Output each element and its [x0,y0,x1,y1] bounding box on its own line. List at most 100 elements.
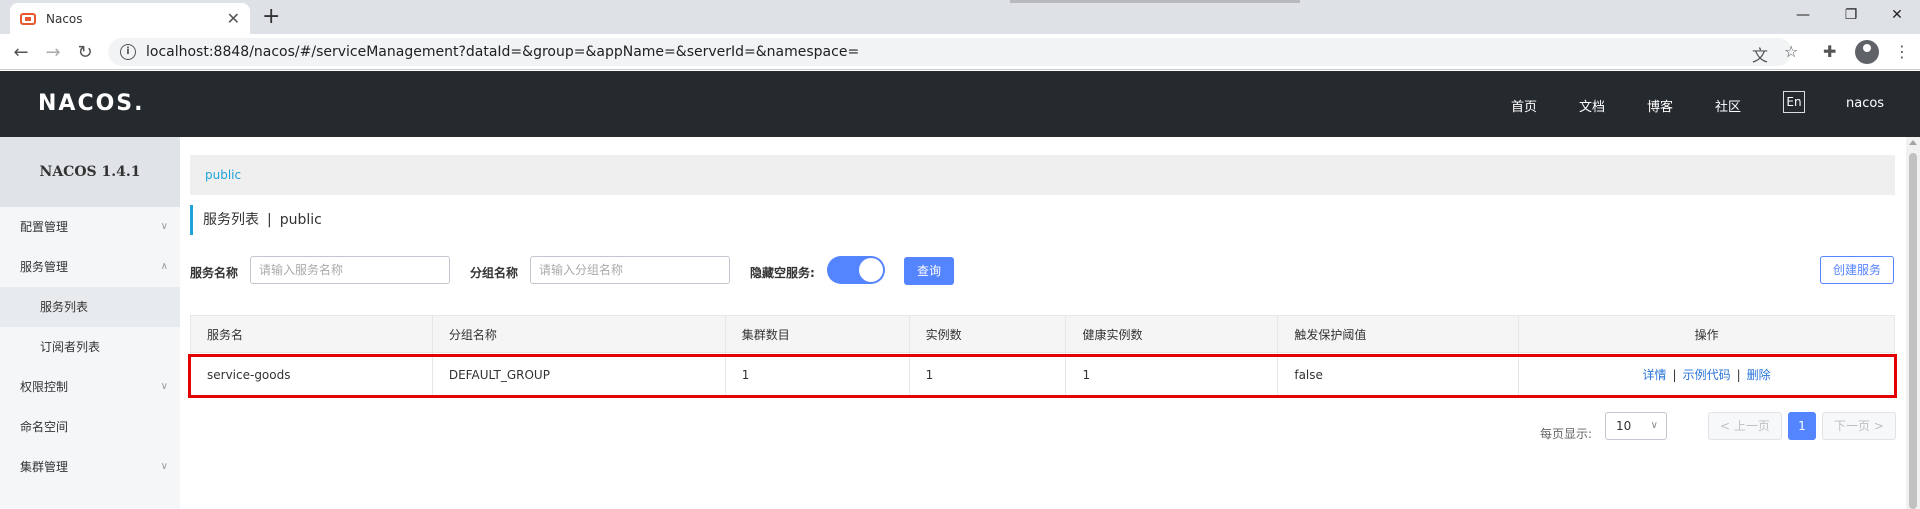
translate-icon[interactable]: 文 [1752,42,1768,66]
service-table: 服务名 分组名称 集群数目 实例数 健康实例数 触发保护阈值 操作 servic… [190,315,1895,397]
cell-clusters: 1 [724,352,910,397]
prev-page-button[interactable]: < 上一页 [1708,412,1782,440]
table-row: service-goods DEFAULT_GROUP 1 1 1 false … [190,352,1895,397]
table-header-row: 服务名 分组名称 集群数目 实例数 健康实例数 触发保护阈值 操作 [190,315,1895,353]
page-title-text: 服务列表 [203,212,259,228]
delete-link[interactable]: 删除 [1747,368,1771,382]
back-arrow-icon[interactable]: ← [10,41,32,63]
col-header-healthy: 健康实例数 [1065,315,1279,353]
service-name-input[interactable] [250,256,450,284]
query-button[interactable]: 查询 [904,257,954,285]
url-text[interactable]: localhost:8848/nacos/#/serviceManagement… [146,44,859,60]
sidebar-item-subscribers[interactable]: 订阅者列表 [0,327,180,367]
profile-avatar-icon[interactable] [1855,40,1879,64]
scrollbar-thumb[interactable] [1909,153,1917,509]
bookmark-star-icon[interactable]: ☆ [1784,42,1798,61]
group-name-input[interactable] [530,256,730,284]
namespace-public-link[interactable]: public [205,168,241,182]
window-close-icon[interactable]: ✕ [1874,0,1920,30]
detail-link[interactable]: 详情 [1643,368,1667,382]
col-header-threshold: 触发保护阈值 [1277,315,1520,353]
tab-title: Nacos [46,11,83,26]
sidebar-item-label: 权限控制 [20,380,69,394]
prev-page-label: 上一页 [1733,419,1770,433]
next-page-label: 下一页 [1834,419,1871,433]
new-tab-icon[interactable]: + [262,4,280,30]
page-scrollbar[interactable] [1906,137,1920,509]
scroll-up-arrow-icon[interactable] [1909,140,1917,145]
chevron-down-icon: ∨ [160,381,168,392]
language-switch[interactable]: En [1783,91,1805,113]
sample-code-link[interactable]: 示例代码 [1683,368,1731,382]
col-header-service: 服务名 [190,315,433,353]
sidebar-item-service-list[interactable]: 服务列表 [0,287,180,327]
sidebar-item-label: 服务列表 [40,300,89,314]
page-current[interactable]: 1 [1788,412,1816,440]
sidebar-title: NACOS 1.4.1 [0,137,180,207]
cell-healthy: 1 [1065,352,1279,397]
chevron-up-icon: ∧ [160,261,168,272]
cell-service: service-goods [190,352,433,397]
page-title-separator: | [267,212,272,228]
url-omnibox[interactable]: i localhost:8848/nacos/#/serviceManageme… [108,38,1792,66]
chevron-left-icon: < [1720,419,1734,433]
sidebar-item-label: 订阅者列表 [40,340,101,354]
cell-ops: 详情 | 示例代码 | 删除 [1518,352,1895,397]
op-separator: | [1736,368,1741,382]
browser-address-bar: ← → ↻ i localhost:8848/nacos/#/serviceMa… [0,34,1920,70]
chevron-down-icon: ∨ [160,221,168,232]
chevron-down-icon: ∨ [1650,420,1658,431]
col-header-ops: 操作 [1518,315,1895,353]
page-title-namespace: public [279,212,322,228]
col-header-group: 分组名称 [431,315,726,353]
sidebar-item-cluster[interactable]: 集群管理 ∨ [0,447,180,487]
sidebar-item-label: 命名空间 [20,420,69,434]
browser-menu-icon[interactable]: ⋮ [1894,42,1910,61]
nacos-favicon-icon [20,12,36,25]
nav-blog[interactable]: 博客 [1647,96,1673,115]
next-page-button[interactable]: 下一页 > [1822,412,1896,440]
sidebar-item-auth[interactable]: 权限控制 ∨ [0,367,180,407]
sidebar-item-namespace[interactable]: 命名空间 [0,407,180,447]
forward-arrow-icon[interactable]: → [42,41,64,63]
per-page-select[interactable]: 10 ∨ [1605,412,1667,440]
hide-empty-toggle[interactable] [827,256,885,284]
window-minimize-icon[interactable]: — [1780,0,1826,30]
sidebar: NACOS 1.4.1 配置管理 ∨ 服务管理 ∧ 服务列表 订阅者列表 权限控… [0,137,180,509]
extensions-puzzle-icon[interactable]: ✚ [1823,42,1836,61]
nav-docs[interactable]: 文档 [1579,96,1605,115]
col-header-instances: 实例数 [908,315,1067,353]
op-separator: | [1672,368,1677,382]
page-title: 服务列表 | public [190,205,322,235]
site-info-icon[interactable]: i [120,44,136,60]
browser-tabbar: Nacos ✕ + — ❐ ✕ [0,0,1920,34]
main-content: public 服务列表 | public 服务名称 分组名称 隐藏空服务: 查询 创… [180,137,1900,509]
browser-tab[interactable]: Nacos ✕ [10,3,250,34]
nav-home[interactable]: 首页 [1511,96,1537,115]
chevron-down-icon: ∨ [160,461,168,472]
tab-close-icon[interactable]: ✕ [227,9,240,28]
reload-icon[interactable]: ↻ [74,41,96,63]
cell-instances: 1 [908,352,1067,397]
group-name-label: 分组名称 [470,266,519,280]
sidebar-item-label: 集群管理 [20,460,69,474]
create-service-button[interactable]: 创建服务 [1820,256,1894,284]
col-header-clusters: 集群数目 [724,315,910,353]
user-name[interactable]: nacos [1846,96,1884,111]
chevron-right-icon: > [1870,419,1884,433]
toggle-knob [859,258,883,282]
namespace-breadcrumb: public [190,155,1895,195]
window-restore-icon[interactable]: ❐ [1828,0,1874,30]
window-drag-shadow [1010,0,1300,3]
per-page-label: 每页显示: [1540,427,1593,441]
sidebar-item-label: 配置管理 [20,220,69,234]
sidebar-item-config[interactable]: 配置管理 ∨ [0,207,180,247]
sidebar-item-service[interactable]: 服务管理 ∧ [0,247,180,287]
per-page-value: 10 [1616,419,1632,433]
service-name-label: 服务名称 [190,266,239,280]
app-header: NACOS. 首页 文档 博客 社区 En nacos [0,71,1920,137]
nacos-logo[interactable]: NACOS. [38,91,145,116]
nav-community[interactable]: 社区 [1715,96,1741,115]
cell-threshold: false [1277,352,1520,397]
cell-group: DEFAULT_GROUP [431,352,726,397]
